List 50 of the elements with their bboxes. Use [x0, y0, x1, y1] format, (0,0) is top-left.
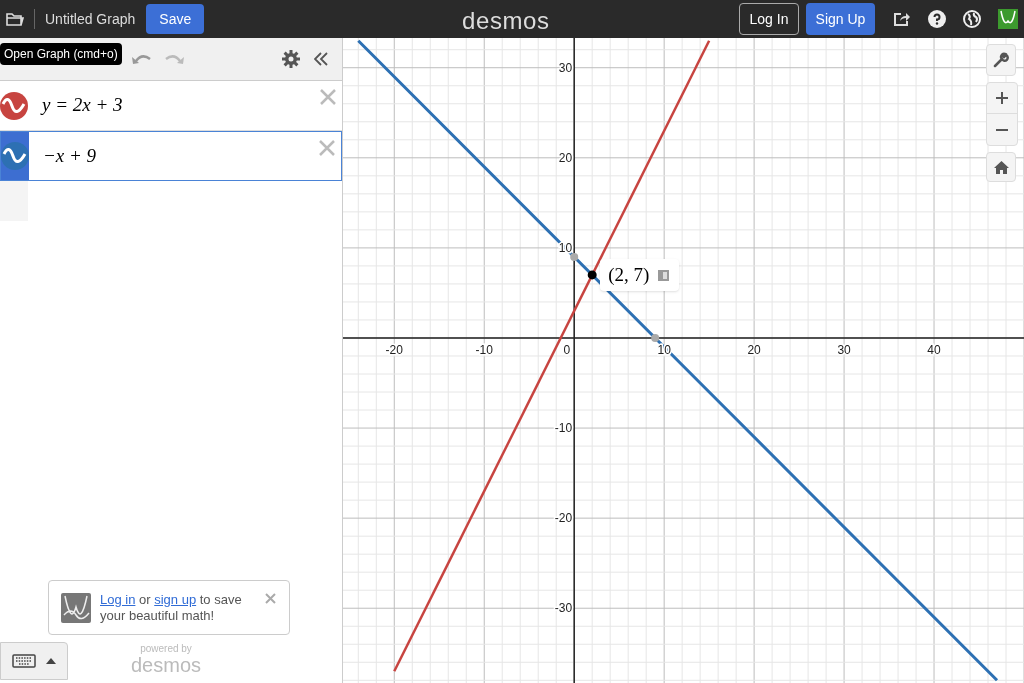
graph-title[interactable]: Untitled Graph [45, 8, 136, 30]
folder-icon[interactable] [6, 12, 24, 26]
x-tick-label: 30 [837, 343, 851, 357]
graph-logo-icon [61, 592, 91, 623]
login-link[interactable]: Log in [100, 591, 136, 607]
desmos-brand: desmos [131, 654, 202, 676]
tooltip: Open Graph (cmd+o) [0, 43, 122, 65]
keyboard-button[interactable] [0, 642, 68, 680]
intercept-point[interactable] [651, 334, 660, 342]
minus-icon [996, 128, 1008, 131]
coordinate-text: (2, 7) [608, 262, 650, 287]
expression-row[interactable]: y = 2x + 3 [0, 81, 342, 131]
signup-button[interactable]: Sign Up [806, 3, 875, 35]
x-tick-label: 20 [747, 343, 761, 357]
collapse-icon[interactable] [314, 52, 328, 66]
notes-icon[interactable] [657, 267, 672, 282]
signup-link[interactable]: sign up [154, 591, 197, 607]
login-button[interactable]: Log In [739, 3, 799, 35]
x-tick-label: 40 [927, 343, 941, 357]
y-tick-label: -20 [554, 511, 573, 526]
expression-row[interactable]: −x + 9 [0, 131, 342, 181]
wrench-icon [993, 52, 1009, 68]
expression-math[interactable]: −x + 9 [43, 141, 97, 171]
powered-by-caption: powered by [140, 644, 192, 654]
expression-math[interactable]: y = 2x + 3 [42, 91, 123, 120]
intercept-point[interactable] [570, 252, 579, 261]
origin-label: 0 [563, 343, 571, 357]
logo: desmos [462, 6, 550, 36]
user-avatar-icon[interactable] [998, 9, 1018, 29]
caret-icon [46, 658, 56, 664]
plus-icon [996, 92, 1008, 104]
help-icon[interactable] [928, 10, 946, 28]
globe-icon[interactable] [963, 10, 981, 28]
wave-icon[interactable] [1, 142, 29, 170]
home-button[interactable] [986, 152, 1016, 182]
settings-icon[interactable] [282, 50, 300, 68]
y-tick-label: -30 [554, 601, 573, 616]
wave-icon[interactable] [0, 91, 28, 120]
home-icon [993, 160, 1009, 174]
share-icon[interactable] [893, 11, 911, 27]
intersection-point[interactable] [587, 270, 597, 280]
y-tick-label: 20 [558, 150, 573, 165]
save-button[interactable]: Save [146, 4, 205, 34]
x-tick-label: -20 [385, 343, 403, 357]
y-tick-label: 30 [558, 60, 573, 75]
keyboard-icon [12, 654, 36, 668]
x-tick-label: -10 [475, 343, 493, 357]
wrench-button[interactable] [986, 44, 1016, 76]
login-prompt-text: Log in or sign up to save your beautiful math! [100, 591, 243, 624]
y-tick-label: -10 [554, 421, 573, 436]
